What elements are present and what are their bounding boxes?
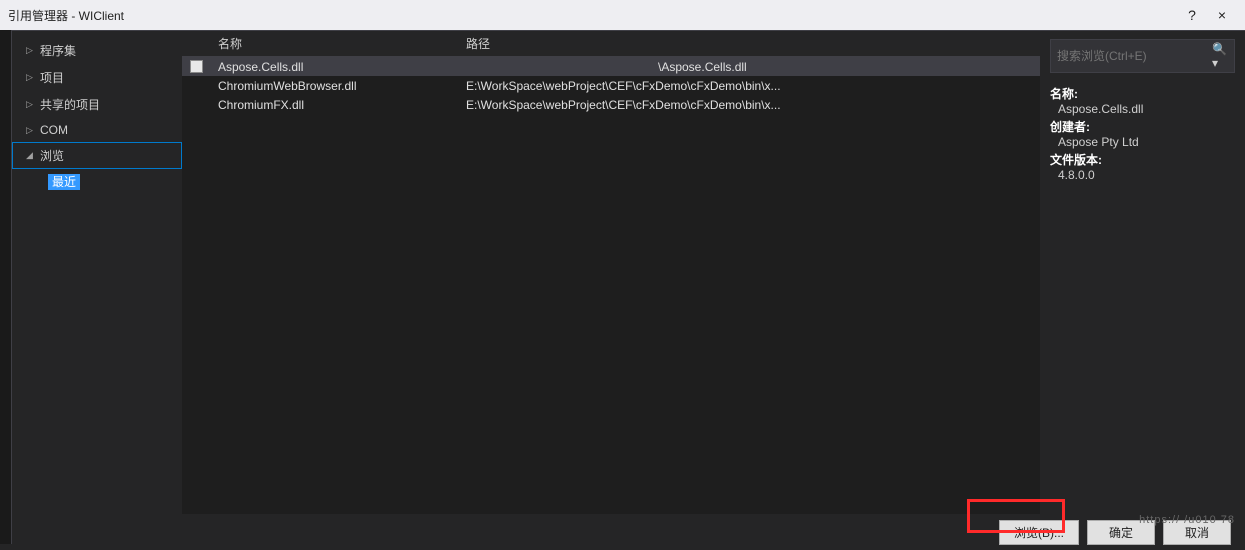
column-path[interactable]: 路径: [458, 31, 1040, 56]
content-area: 名称 路径 Aspose.Cells.dll \Aspose.Cells.dll…: [182, 31, 1040, 514]
sidebar-sub-recent[interactable]: 最近: [12, 173, 182, 190]
row-path: E:\WorkSpace\webProject\CEF\cFxDemo\cFxD…: [458, 79, 1040, 93]
detail-creator-label: 创建者:: [1050, 118, 1235, 135]
sidebar-item-shared[interactable]: ▷共享的项目: [12, 91, 182, 118]
detail-version-value: 4.8.0.0: [1050, 168, 1235, 182]
row-name: Aspose.Cells.dll: [210, 60, 458, 74]
sidebar-item-browse[interactable]: ◢浏览: [12, 142, 182, 169]
table-row[interactable]: ChromiumFX.dll E:\WorkSpace\webProject\C…: [182, 95, 1040, 114]
rows-container: Aspose.Cells.dll \Aspose.Cells.dll Chrom…: [182, 57, 1040, 514]
search-icon[interactable]: 🔍▾: [1212, 42, 1228, 70]
column-headers: 名称 路径: [182, 31, 1040, 57]
window-title: 引用管理器 - WIClient: [8, 7, 1177, 24]
table-row[interactable]: Aspose.Cells.dll \Aspose.Cells.dll: [182, 57, 1040, 76]
table-row[interactable]: ChromiumWebBrowser.dll E:\WorkSpace\webP…: [182, 76, 1040, 95]
column-name[interactable]: 名称: [210, 31, 458, 56]
search-box[interactable]: 🔍▾: [1050, 39, 1235, 73]
sidebar: ▷程序集 ▷项目 ▷共享的项目 ▷COM ◢浏览 最近: [12, 31, 182, 514]
search-input[interactable]: [1057, 49, 1212, 63]
row-path: \Aspose.Cells.dll: [458, 60, 1040, 74]
details-panel: 🔍▾ 名称: Aspose.Cells.dll 创建者: Aspose Pty …: [1040, 31, 1245, 514]
help-button[interactable]: ?: [1177, 7, 1207, 23]
detail-name-label: 名称:: [1050, 85, 1235, 102]
sidebar-item-com[interactable]: ▷COM: [12, 118, 182, 142]
browse-button[interactable]: 浏览(B)...: [999, 520, 1079, 545]
row-name: ChromiumWebBrowser.dll: [210, 79, 458, 93]
sidebar-item-projects[interactable]: ▷项目: [12, 64, 182, 91]
detail-version-label: 文件版本:: [1050, 151, 1235, 168]
close-button[interactable]: ×: [1207, 7, 1237, 23]
sidebar-item-assemblies[interactable]: ▷程序集: [12, 37, 182, 64]
footer: 浏览(B)... 确定 取消: [0, 514, 1245, 550]
row-checkbox[interactable]: [182, 60, 210, 73]
column-check: [182, 31, 210, 56]
row-path: E:\WorkSpace\webProject\CEF\cFxDemo\cFxD…: [458, 98, 1040, 112]
detail-name-value: Aspose.Cells.dll: [1050, 102, 1235, 116]
detail-creator-value: Aspose Pty Ltd: [1050, 135, 1235, 149]
watermark: https:// /u010 78: [1139, 514, 1235, 526]
row-name: ChromiumFX.dll: [210, 98, 458, 112]
title-bar: 引用管理器 - WIClient ? ×: [0, 0, 1245, 30]
